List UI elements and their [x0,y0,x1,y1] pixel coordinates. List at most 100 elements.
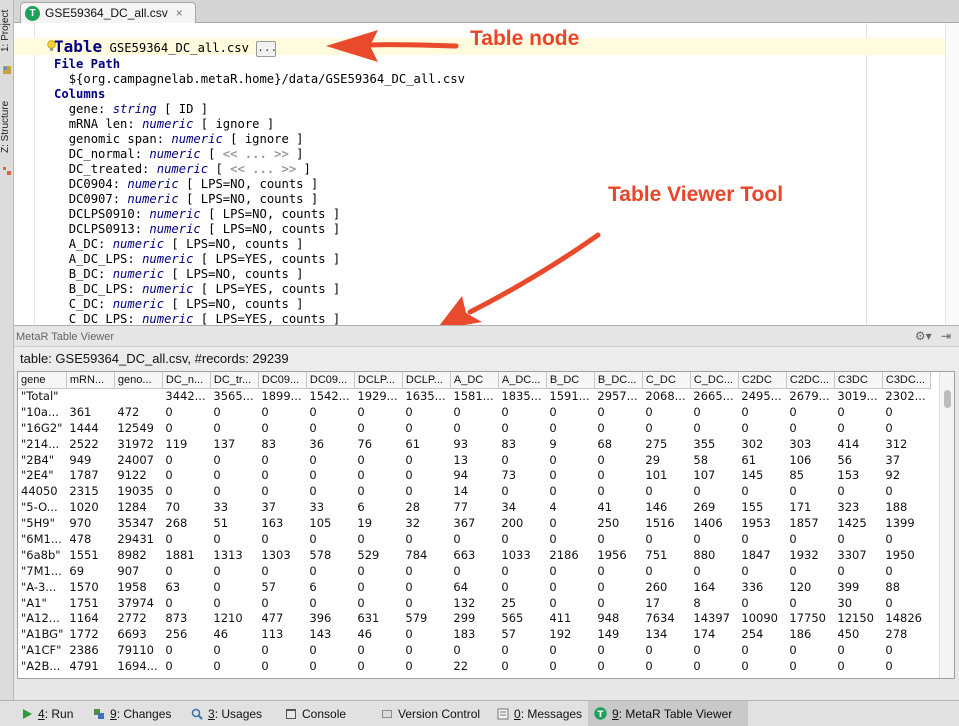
table-cell: 1210 [213,611,243,626]
column-header[interactable]: DCLP... [354,372,403,389]
bottom-tab-usages[interactable]: 3: Usages [184,701,276,726]
table-cell: 0 [549,659,557,674]
table-row[interactable]: "2E4" 1787 9122 0 0 0 0 0 0 94 73 0 0 101 107 145 85 153 9… [18,467,930,483]
table-cell: 0 [741,643,749,658]
column-header[interactable]: DC_n... [162,372,211,389]
table-cell: 0 [357,420,365,435]
bottom-tab-messages[interactable]: 0: Messages [490,701,586,726]
table-cell: 44050 [21,484,58,499]
table-row[interactable]: 44050 2315 19035 0 0 0 0 0 0 14 0 0 0 0 0 0 0 0 0 [18,483,930,499]
column-header[interactable]: B_DC... [594,372,643,389]
table-cell: 0 [165,643,173,658]
column-header[interactable]: gene [18,372,67,389]
gear-icon[interactable]: ⚙▾ [915,329,932,343]
table-cell: "2E4" [21,468,54,483]
table-row[interactable]: "5H9" 970 35347 268 51 163 105 19 32 367 200 0 250 15… [18,515,930,531]
table-row[interactable]: "10a... 361 472 0 0 0 0 0 0 0 0 0 0 0 0 0 0 0 0 [18,404,930,420]
table-row[interactable]: "6a8b" 1551 8982 1881 1313 1303 578 529 784 663 10… [18,547,930,563]
column-header[interactable]: C3DC [834,372,883,389]
column-header[interactable]: A_DC... [498,372,547,389]
column-header[interactable]: DC09... [306,372,355,389]
column-header[interactable]: geno... [114,372,163,389]
table-cell: "A1" [21,595,47,610]
data-grid[interactable]: gene mRN... geno... DC_n... DC_tr... DC09... D… [18,372,931,674]
column-header[interactable]: C2DC... [786,372,835,389]
table-scrollbar[interactable] [939,372,954,678]
table-cell: 143 [309,627,332,642]
column-header[interactable]: A_DC [450,372,499,389]
table-cell: 200 [501,516,524,531]
table-row[interactable]: "A1" 1751 37974 0 0 0 0 0 0 132 25 0 0 17 8 0 0 30 0 [18,595,930,611]
bottom-tab-run[interactable]: 4: Run [14,701,84,726]
table-cell: 0 [405,452,413,467]
table-row[interactable]: "5-O... 1020 1284 70 33 37 33 6 28 77 34 4 41 146 269 1… [18,499,930,515]
table-row[interactable]: "Total" 3442... 3565... 1899... 1542... 1929.… [18,388,930,404]
table-cell: 0 [165,595,173,610]
column-header[interactable]: DC09... [258,372,307,389]
table-row[interactable]: "A2B... 4791 1694... 0 0 0 0 0 0 22 0 0 0 0 0 0 0 0 0 [18,658,930,674]
table-cell: 880 [693,547,716,562]
table-cell: 250 [597,516,620,531]
table-cell: 61 [405,436,421,451]
table-row[interactable]: "A12... 1164 2772 873 1210 477 396 631 579 299 565… [18,610,930,626]
table-cell: 312 [885,436,908,451]
bottom-tab-metar[interactable]: T9: MetaR Table Viewer [588,701,748,726]
svg-text:T: T [597,710,604,720]
table-info: table: GSE59364_DC_all.csv, #records: 29… [20,351,289,366]
table-cell: 269 [693,500,716,515]
bottom-tab-console[interactable]: Console [278,701,372,726]
table-cell: 0 [789,404,797,419]
table-cell: "Total" [21,389,59,404]
table-cell: 64 [453,579,469,594]
table-cell: 0 [693,643,701,658]
table-cell: 0 [501,659,509,674]
table-cell: 6 [309,579,317,594]
table-cell: 0 [213,531,221,546]
table-cell: 0 [405,531,413,546]
table-cell: 183 [453,627,476,642]
table-cell: 0 [549,484,557,499]
table-cell: 83 [261,436,277,451]
table-cell: 1444 [69,420,99,435]
column-header[interactable]: DCLP... [402,372,451,389]
table-cell: 1787 [69,468,99,483]
table-cell: 2315 [69,484,99,499]
table-cell: 149 [597,627,620,642]
bottom-tab-changes[interactable]: 9: Changes [86,701,182,726]
table-cell: 1751 [69,595,99,610]
table-row[interactable]: "6M1... 478 29431 0 0 0 0 0 0 0 0 0 0 0 0 0 0 0 0 [18,531,930,547]
table-cell: 0 [549,404,557,419]
table-cell: 4 [549,500,557,515]
column-header[interactable]: B_DC [546,372,595,389]
table-cell: 0 [885,420,893,435]
table-cell: 303 [789,436,812,451]
table-cell: 949 [69,452,92,467]
table-row[interactable]: "2B4" 949 24007 0 0 0 0 0 0 13 0 0 0 29 58 61 106 56 37 [18,452,930,468]
table-cell: 302 [741,436,764,451]
column-header[interactable]: DC_tr... [210,372,259,389]
table-cell: 0 [357,563,365,578]
tool-window-header: MetaR Table Viewer ⚙▾ ⇥ [14,325,959,347]
table-cell: 0 [405,404,413,419]
table-viewer[interactable]: gene mRN... geno... DC_n... DC_tr... DC09... D… [17,371,955,679]
bottom-tab-label: : Messages [520,706,583,721]
table-row[interactable]: "A1CF" 2386 79110 0 0 0 0 0 0 0 0 0 0 0 0 0 0 0 0 [18,642,930,658]
column-header[interactable]: C3DC... [882,372,931,389]
table-row[interactable]: "A-3... 1570 1958 63 0 57 6 0 0 64 0 0 0 260 164 336 120… [18,579,930,595]
column-header[interactable]: C_DC [642,372,691,389]
table-cell: 579 [405,611,428,626]
table-cell: 0 [549,563,557,578]
hide-panel-icon[interactable]: ⇥ [941,329,951,343]
scrollbar-thumb[interactable] [944,390,951,408]
column-header[interactable]: mRN... [66,372,115,389]
table-cell: 107 [693,468,716,483]
table-row[interactable]: "214... 2522 31972 119 137 83 36 76 61 93 83 9 68 275… [18,436,930,452]
column-header[interactable]: C_DC... [690,372,739,389]
table-row[interactable]: "A1BG" 1772 6693 256 46 113 143 46 0 183 57 192 149 1… [18,626,930,642]
table-row[interactable]: "16G2" 1444 12549 0 0 0 0 0 0 0 0 0 0 0 0 0 0 0 0 [18,420,930,436]
table-cell: "6a8b" [21,547,61,562]
bottom-tab-version-control[interactable]: Version Control [374,701,488,726]
table-cell: 1857 [789,516,819,531]
column-header[interactable]: C2DC [738,372,787,389]
table-row[interactable]: "7M1... 69 907 0 0 0 0 0 0 0 0 0 0 0 0 0 0 0 0 [18,563,930,579]
